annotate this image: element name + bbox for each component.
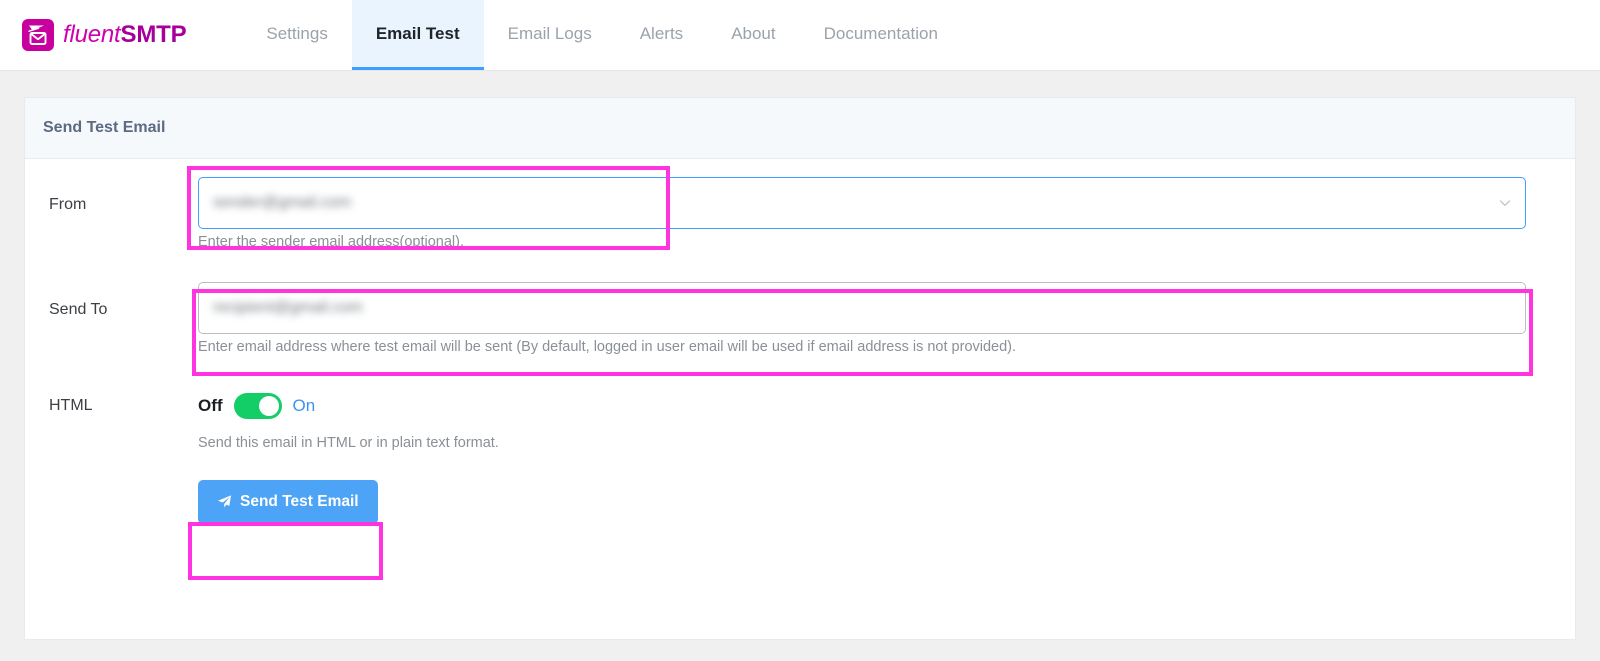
from-select[interactable]: sender@gmail.com <box>198 177 1526 229</box>
page-title: Send Test Email <box>43 119 166 136</box>
submit-field-wrap: Send Test Email <box>198 479 1575 524</box>
from-row: From sender@gmail.com Enter the sender e… <box>25 177 1575 253</box>
main-nav: Settings Email Test Email Logs Alerts Ab… <box>242 0 962 70</box>
from-help-text: Enter the sender email address(optional)… <box>198 234 464 250</box>
brand-name-bold: SMTP <box>120 21 187 48</box>
send-test-email-button-label: Send Test Email <box>240 492 359 510</box>
tab-settings[interactable]: Settings <box>242 0 351 70</box>
tab-documentation[interactable]: Documentation <box>800 0 962 70</box>
brand-name-light: fluent <box>63 21 121 48</box>
html-help-text: Send this email in HTML or in plain text… <box>198 435 499 452</box>
html-label: HTML <box>49 397 93 415</box>
brand-name: fluentSMTP <box>63 21 187 48</box>
html-off-label: Off <box>198 396 223 416</box>
card-body: From sender@gmail.com Enter the sender e… <box>25 177 1575 524</box>
html-row: HTML Off On Send this email in HTML or i… <box>25 391 1575 454</box>
from-value: sender@gmail.com <box>213 194 352 211</box>
from-label: From <box>49 196 87 213</box>
tab-about[interactable]: About <box>707 0 799 70</box>
send-to-field-wrap: recipient@gmail.com Enter email address … <box>198 281 1575 358</box>
paper-plane-icon <box>217 494 232 509</box>
tab-alerts[interactable]: Alerts <box>616 0 707 70</box>
brand-logo[interactable]: fluentSMTP <box>0 0 204 70</box>
html-field-wrap: Off On Send this email in HTML or in pla… <box>198 391 1575 454</box>
card-header: Send Test Email <box>25 98 1575 159</box>
tab-email-logs[interactable]: Email Logs <box>484 0 616 70</box>
chevron-down-icon[interactable] <box>1498 196 1512 210</box>
send-to-label: Send To <box>49 300 108 318</box>
html-toggle-knob <box>258 396 279 417</box>
send-to-help-text: Enter email address where test email wil… <box>198 338 1017 355</box>
send-to-input[interactable]: recipient@gmail.com <box>198 281 1526 334</box>
html-toggle[interactable] <box>233 393 282 420</box>
send-test-email-button[interactable]: Send Test Email <box>198 479 378 524</box>
tab-email-test[interactable]: Email Test <box>351 0 484 70</box>
submit-row: Send Test Email <box>25 479 1575 524</box>
from-field-wrap: sender@gmail.com Enter the sender email … <box>198 177 1575 253</box>
html-on-label: On <box>292 396 316 416</box>
html-switch-line: Off On <box>198 391 1575 421</box>
top-navigation-bar: fluentSMTP Settings Email Test Email Log… <box>0 0 1600 71</box>
send-to-row: Send To recipient@gmail.com Enter email … <box>25 281 1575 358</box>
fluentsmtp-logo-icon <box>22 19 54 51</box>
send-test-email-card: Send Test Email From sender@gmail.com En… <box>24 97 1576 640</box>
send-to-value: recipient@gmail.com <box>213 298 363 316</box>
